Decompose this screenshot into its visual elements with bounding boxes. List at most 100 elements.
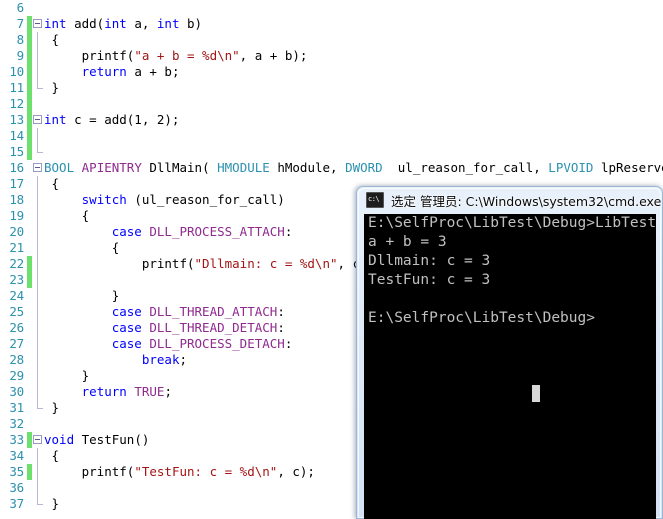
code-token: case: [111, 336, 142, 351]
code-token: DllMain(: [141, 160, 218, 175]
code-text: {: [44, 240, 120, 256]
console-line: TestFun: c = 3: [368, 272, 491, 288]
code-line[interactable]: 10 return a + b;: [0, 64, 663, 80]
fold-guide-line: [37, 128, 38, 144]
code-line[interactable]: 7 int add(int a, int b): [0, 16, 663, 32]
change-indicator: [27, 144, 32, 160]
console-line: E:\SelfProc\LibTest\Debug>: [368, 310, 595, 326]
code-line[interactable]: 13 int c = add(1, 2);: [0, 112, 663, 128]
code-line[interactable]: 12: [0, 96, 663, 112]
line-number: 13: [9, 112, 24, 127]
fold-collapse-icon[interactable]: [33, 435, 42, 444]
code-token: }: [44, 400, 60, 415]
fold-guide-line: [37, 32, 38, 48]
code-line[interactable]: 16 BOOL APIENTRY DllMain( HMODULE hModule…: [0, 160, 663, 176]
fold-guide-line: [37, 144, 43, 153]
code-token: {: [44, 448, 60, 463]
code-token: void: [44, 432, 75, 447]
line-number: 25: [9, 304, 24, 319]
line-number: 33: [9, 432, 24, 447]
fold-guide-line: [37, 496, 43, 505]
code-token: ;: [179, 352, 188, 367]
code-text: int c = add(1, 2);: [44, 112, 179, 128]
code-token: int: [156, 16, 180, 31]
fold-collapse-icon[interactable]: [33, 115, 42, 124]
line-number: 32: [9, 416, 24, 431]
line-number: 35: [9, 464, 24, 479]
code-text: case DLL_THREAD_DETACH:: [44, 320, 285, 336]
code-line[interactable]: 8 {: [0, 32, 663, 48]
code-line[interactable]: 15: [0, 144, 663, 160]
line-number: 12: [9, 96, 24, 111]
code-token: DLL_THREAD_DETACH: [149, 320, 278, 335]
code-token: case: [111, 304, 142, 319]
code-token: a + b;: [126, 64, 180, 79]
code-token: return: [81, 384, 127, 399]
code-token: {: [44, 240, 120, 255]
code-line[interactable]: 14: [0, 128, 663, 144]
fold-guide-line: [37, 272, 38, 288]
change-indicator: [27, 272, 32, 288]
fold-guide-line: [37, 176, 38, 192]
fold-collapse-icon[interactable]: [33, 163, 42, 172]
code-token: DLL_PROCESS_ATTACH: [149, 224, 285, 239]
code-line[interactable]: 11 }: [0, 80, 663, 96]
code-token: break: [141, 352, 180, 367]
line-number: 28: [9, 352, 24, 367]
line-number: 34: [9, 448, 24, 463]
code-token: :: [284, 224, 293, 239]
change-indicator: [27, 112, 32, 128]
code-text: {: [44, 448, 60, 464]
code-line[interactable]: 9 printf("a + b = %d\n", a + b);: [0, 48, 663, 64]
change-indicator: [27, 256, 32, 272]
cmd-icon: [366, 192, 384, 208]
change-indicator: [27, 80, 32, 96]
code-line[interactable]: 6: [0, 0, 663, 16]
code-text: return TRUE;: [44, 384, 172, 400]
code-token: }: [44, 288, 120, 303]
line-number: 24: [9, 288, 24, 303]
fold-guide-line: [37, 192, 38, 208]
line-number: 16: [9, 160, 24, 175]
code-token: int: [44, 16, 67, 31]
command-prompt-window[interactable]: 选定 管理员: C:\Windows\system32\cmd.exe E:\S…: [356, 186, 663, 519]
code-token: a,: [126, 16, 157, 31]
code-text: printf("a + b = %d\n", a + b);: [44, 48, 308, 64]
code-token: return: [81, 64, 127, 79]
fold-collapse-icon[interactable]: [33, 19, 42, 28]
change-indicator: [27, 464, 32, 480]
console-line: E:\SelfProc\LibTest\Debug>LibTest.exe: [368, 215, 656, 231]
line-number: 11: [9, 80, 24, 95]
line-number: 19: [9, 208, 24, 223]
code-token: lpReserved): [600, 160, 663, 175]
code-text: case DLL_PROCESS_DETACH:: [44, 336, 293, 352]
console-screen[interactable]: E:\SelfProc\LibTest\Debug>LibTest.exe a +…: [364, 214, 656, 519]
fold-guide-line: [37, 64, 38, 80]
code-text: {: [44, 32, 60, 48]
fold-guide-line: [37, 288, 38, 304]
code-token: "TestFun: c = %d\n": [134, 464, 278, 479]
fold-guide-line: [37, 304, 38, 320]
line-number: 37: [9, 496, 24, 511]
fold-guide-line: [37, 48, 38, 64]
change-indicator: [27, 96, 32, 112]
console-line: Dllmain: c = 3: [368, 253, 491, 269]
code-token: "a + b = %d\n": [134, 48, 240, 63]
code-text: switch (ul_reason_for_call): [44, 192, 285, 208]
line-number: 8: [16, 32, 25, 47]
code-text: break;: [44, 352, 187, 368]
window-titlebar[interactable]: 选定 管理员: C:\Windows\system32\cmd.exe: [356, 186, 663, 214]
line-number: 6: [16, 0, 25, 15]
code-token: BOOL: [44, 160, 75, 175]
code-token: (ul_reason_for_call): [126, 192, 285, 207]
code-token: ul_reason_for_call,: [382, 160, 549, 175]
code-token: LPVOID: [548, 160, 594, 175]
